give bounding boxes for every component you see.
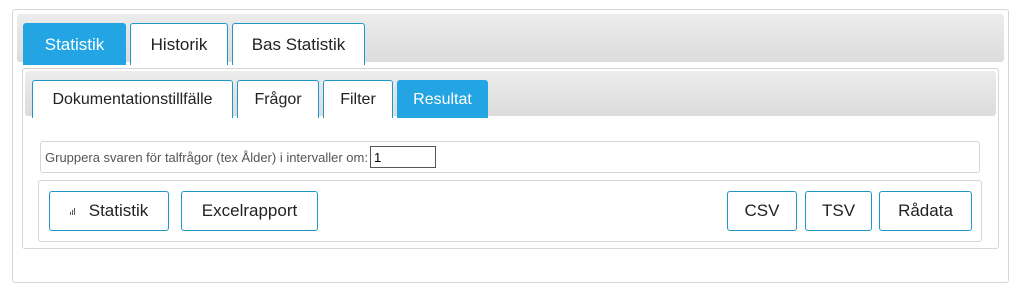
statistik-button[interactable]: Statistik — [49, 191, 169, 231]
tab-resultat[interactable]: Resultat — [397, 80, 488, 118]
sub-tab-bar: Dokumentationstillfälle Frågor Filter Re… — [25, 71, 996, 118]
tab-fragor[interactable]: Frågor — [237, 80, 319, 118]
statistik-button-label: Statistik — [88, 201, 149, 220]
action-button-row: Statistik Excelrapport CSV TSV Rådata — [38, 180, 982, 242]
tab-statistik[interactable]: Statistik — [23, 23, 126, 65]
interval-input[interactable] — [369, 146, 436, 168]
tab-filter[interactable]: Filter — [323, 80, 393, 118]
grouping-row: Gruppera svaren för talfrågor (tex Ålder… — [40, 141, 980, 173]
main-tab-bar: Statistik Historik Bas Statistik — [17, 14, 1004, 65]
radata-button[interactable]: Rådata — [879, 191, 972, 231]
tab-dokumentationstillfalle[interactable]: Dokumentationstillfälle — [32, 80, 233, 118]
results-panel: Dokumentationstillfälle Frågor Filter Re… — [22, 68, 999, 249]
tsv-button[interactable]: TSV — [805, 191, 872, 231]
csv-button[interactable]: CSV — [727, 191, 797, 231]
tab-historik[interactable]: Historik — [130, 23, 228, 65]
statistics-panel: Statistik Historik Bas Statistik Dokumen… — [12, 9, 1009, 283]
tab-bas-statistik[interactable]: Bas Statistik — [232, 23, 365, 65]
bar-chart-icon — [69, 207, 75, 215]
excelrapport-button[interactable]: Excelrapport — [181, 191, 318, 231]
grouping-label: Gruppera svaren för talfrågor (tex Ålder… — [45, 149, 368, 165]
